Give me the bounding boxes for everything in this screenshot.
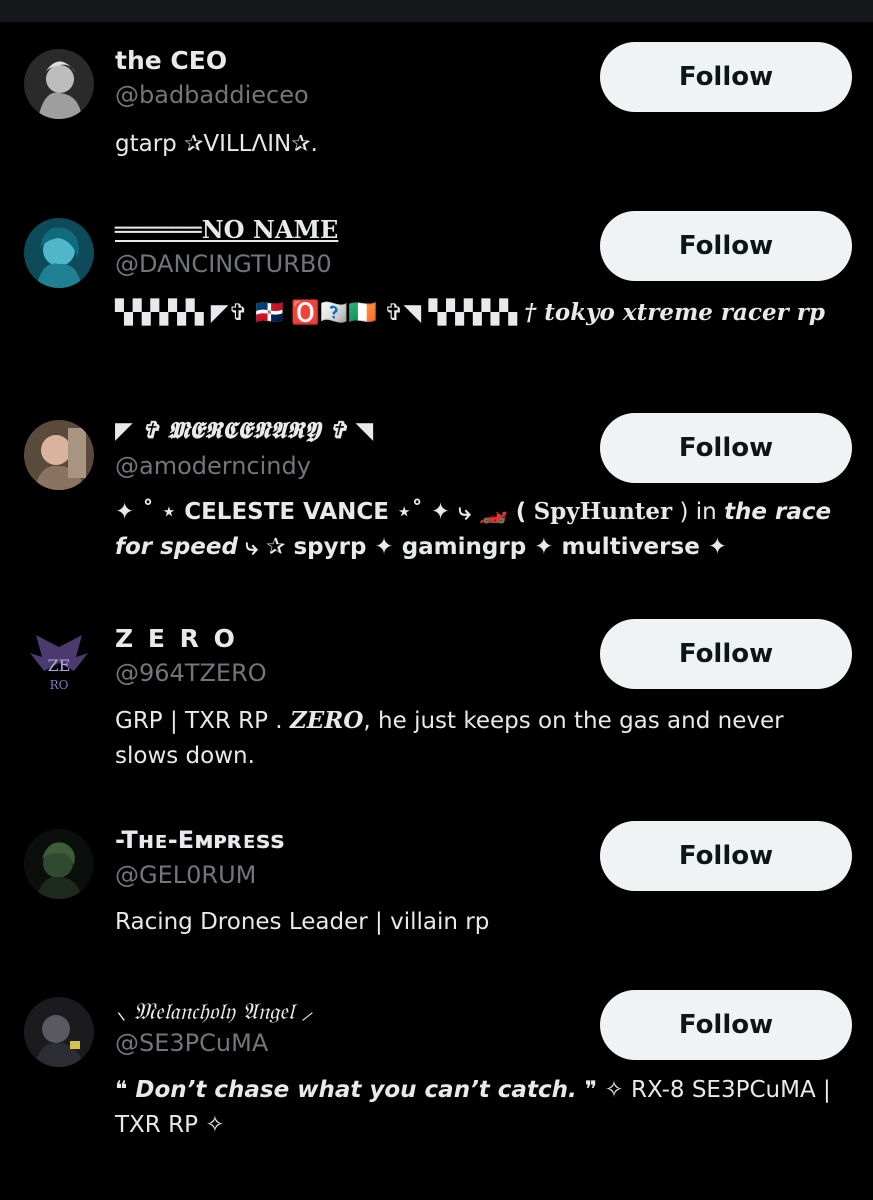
bio-text: GRP | TXR RP .: [115, 708, 283, 734]
avatar[interactable]: [24, 49, 94, 119]
username[interactable]: @amoderncindy: [115, 452, 311, 480]
bio-text: ❝ Don’t chase what you can’t catch. ❞: [115, 1077, 598, 1103]
avatar[interactable]: [24, 997, 94, 1067]
bio: Racing Drones Leader | villain rp: [115, 909, 490, 935]
bio-text: ✦ ˚ ⋆ CELESTE VANCE ⋆˚ ✦ ⤷ 🏎️ (: [115, 499, 527, 525]
bio-text: ZERO: [289, 707, 364, 734]
avatar[interactable]: [24, 218, 94, 288]
username[interactable]: @badbaddieceo: [115, 81, 309, 109]
bio: ▚▚▚▚▚ ◤✞ 🇩🇴 🅾️🇷🇩🇮🇪 ✞◥ ▚▚▚▚▚ † tokyo xtre…: [115, 295, 840, 331]
avatar[interactable]: [24, 420, 94, 490]
bio-decoration: ▚▚▚▚▚ ◤✞ 🇩🇴 🅾️🇷🇩🇮🇪 ✞◥ ▚▚▚▚▚: [115, 300, 517, 326]
username[interactable]: @GEL0RUM: [115, 861, 256, 889]
username[interactable]: @DANCINGTURB0: [115, 250, 332, 278]
avatar[interactable]: [24, 829, 94, 899]
follow-button[interactable]: Follow: [600, 42, 852, 112]
username[interactable]: @964TZERO: [115, 659, 267, 687]
svg-text:ZE: ZE: [48, 656, 71, 675]
follow-button[interactable]: Follow: [600, 821, 852, 891]
bio: ✦ ˚ ⋆ CELESTE VANCE ⋆˚ ✦ ⤷ 🏎️ ( SpyHunte…: [115, 494, 840, 565]
bio: GRP | TXR RP . ZERO, he just keeps on th…: [115, 703, 840, 774]
display-name[interactable]: ⸜ 𝔐𝔢𝔩𝔞𝔫𝔠𝔥𝔬𝔩𝔶 𝔄𝔫𝔤𝔢𝔩 ⸝: [115, 994, 313, 1026]
follow-button[interactable]: Follow: [600, 413, 852, 483]
bio-text: ) in: [679, 499, 717, 525]
bio-text: ⤷ ✰ spyrp ✦ gamingrp ✦ multiverse ✦: [245, 534, 728, 560]
display-name[interactable]: ══════NO NAME: [115, 215, 338, 244]
display-name[interactable]: ◤ ✞ 𝕸𝕰𝕽𝕮𝕰𝕹𝕬𝕽𝖄 ✞ ◥: [115, 417, 373, 444]
status-bar: [0, 0, 873, 22]
bio-text: † tokyo xtreme racer rp: [524, 299, 825, 326]
display-name[interactable]: Z E R O: [115, 624, 238, 653]
bio: ❝ Don’t chase what you can’t catch. ❞ ✧ …: [115, 1073, 840, 1143]
follow-button[interactable]: Follow: [600, 990, 852, 1060]
display-name[interactable]: -Tʜᴇ-Eᴍᴘʀᴇss: [115, 826, 285, 854]
bio: gtarp ✰VILLΛIN✰.: [115, 131, 318, 157]
follow-button[interactable]: Follow: [600, 619, 852, 689]
display-name[interactable]: the CEO: [115, 46, 227, 75]
svg-text:RO: RO: [50, 678, 69, 692]
username[interactable]: @SE3PCuMA: [115, 1029, 268, 1057]
follow-button[interactable]: Follow: [600, 211, 852, 281]
bio-text: SpyHunter: [533, 498, 673, 525]
avatar[interactable]: ZE RO: [24, 627, 94, 697]
